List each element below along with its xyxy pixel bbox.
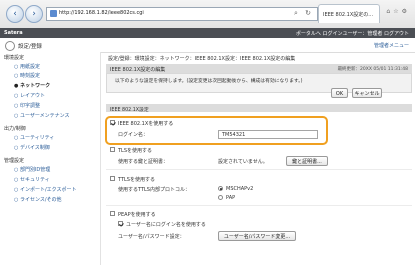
sidebar-item-license[interactable]: ○ ライセンス/その他 xyxy=(14,196,62,203)
sidebar-section-prefs: 環境設定 xyxy=(4,55,25,61)
address-bar[interactable]: http://192.168.1.82/ieee802cs.cgi xyxy=(46,7,318,21)
address-url: http://192.168.1.82/ieee802cs.cgi xyxy=(59,10,144,16)
settings-icon xyxy=(5,41,15,51)
sidebar-item-user-maintenance[interactable]: ○ ユーザーメンテナンス xyxy=(14,112,70,119)
tab-label: IEEE 802.1X設定の... xyxy=(323,12,374,18)
app-header: Satera ポータルへ ログインユーザー：管理者 ログアウト xyxy=(0,28,415,38)
divider xyxy=(106,205,412,206)
ttls-label: TTLSを使用する xyxy=(118,177,155,183)
same-user-checkbox[interactable] xyxy=(118,221,123,226)
back-icon[interactable]: ‹ xyxy=(6,5,24,23)
breadcrumb: 設定/登録：環境設定：ネットワーク：IEEE 802.1X設定：IEEE 802… xyxy=(108,56,296,62)
panel-title-bar: IEEE 802.1X設定の編集 最終更新：20XX 05/01 11:31:4… xyxy=(106,64,412,73)
search-icon[interactable]: ⌕ xyxy=(290,7,302,19)
sidebar-item-utility[interactable]: ○ ユーティリティ xyxy=(14,134,54,141)
sidebar-item-layout[interactable]: ○ レイアウト xyxy=(14,92,45,99)
tls-checkbox[interactable] xyxy=(110,147,115,152)
browser-toolbar: ‹ › http://192.168.1.82/ieee802cs.cgi ⌕ … xyxy=(0,0,415,29)
sidebar-item-device-control[interactable]: ○ デバイス制御 xyxy=(14,144,50,151)
cancel-button[interactable]: キャンセル xyxy=(352,88,382,98)
same-user-label: ユーザー名にログイン名を使用する xyxy=(126,222,206,228)
sidebar-item-network[interactable]: ● ネットワーク xyxy=(14,82,50,89)
sidebar-item-paper[interactable]: ○ 用紙設定 xyxy=(14,63,40,70)
ttls-protocol-label: 使用するTTLS内部プロトコル： xyxy=(118,187,190,193)
section-header: IEEE 802.1X設定 xyxy=(106,104,412,113)
peap-checkbox[interactable] xyxy=(110,211,115,216)
sidebar-item-import-export[interactable]: ○ インポート/エクスポート xyxy=(14,186,77,193)
ok-button[interactable]: OK xyxy=(331,88,348,98)
last-updated: 最終更新：20XX 05/01 11:31:48 xyxy=(337,67,408,72)
admin-menu-link[interactable]: 管理者メニュー xyxy=(374,42,409,49)
sidebar-item-security[interactable]: ○ セキュリティ xyxy=(14,176,50,183)
sidebar-item-time[interactable]: ○ 時刻設定 xyxy=(14,72,40,79)
page-title: 設定/登録 xyxy=(18,44,42,50)
main-content: 設定/登録：環境設定：ネットワーク：IEEE 802.1X設定：IEEE 802… xyxy=(100,52,415,265)
brand-logo: Satera xyxy=(4,30,23,36)
peap-label: PEAPを使用する xyxy=(118,212,156,218)
ttls-pap-label: PAP xyxy=(226,195,236,201)
sidebar-item-dept-id[interactable]: ○ 部門別ID管理 xyxy=(14,166,50,173)
page-header: 設定/登録 管理者メニュー xyxy=(0,38,415,53)
notice-text: 以下のような設定を保持します。(設定変更は次回起動後から、構成は有効になります。… xyxy=(115,79,303,84)
sidebar: 環境設定 ○ 用紙設定 ○ 時刻設定 ● ネットワーク ○ レイアウト ○ 印字… xyxy=(0,52,101,265)
key-cert-status: 設定されていません。 xyxy=(218,159,268,165)
window-controls[interactable]: ⌂☆⚙ xyxy=(386,8,410,15)
ttls-checkbox[interactable] xyxy=(110,176,115,181)
user-password-button[interactable]: ユーザー名/パスワード変更... xyxy=(218,231,296,241)
panel-title: IEEE 802.1X設定の編集 xyxy=(110,67,166,73)
user-password-label: ユーザー名/パスワード設定： xyxy=(118,234,185,240)
page-icon xyxy=(50,10,57,17)
key-cert-button[interactable]: 鍵と証明書... xyxy=(286,156,328,166)
highlight-frame xyxy=(105,116,328,145)
sidebar-item-print-adjust[interactable]: ○ 印字調整 xyxy=(14,102,40,109)
key-cert-label: 使用する鍵と証明書： xyxy=(118,159,169,165)
divider xyxy=(106,169,412,170)
sidebar-section-management: 管理設定 xyxy=(4,158,25,164)
browser-tab[interactable]: IEEE 802.1X設定の... xyxy=(318,4,380,23)
ttls-pap-radio[interactable] xyxy=(218,195,223,200)
tls-label: TLSを使用する xyxy=(118,148,153,154)
ttls-mschapv2-label: MSCHAPv2 xyxy=(226,186,254,192)
sidebar-section-output: 出力/制御 xyxy=(4,126,26,132)
header-links[interactable]: ポータルへ ログインユーザー：管理者 ログアウト xyxy=(296,30,409,37)
refresh-icon[interactable]: ↻ xyxy=(302,7,314,19)
ttls-mschapv2-radio[interactable] xyxy=(218,186,223,191)
forward-icon[interactable]: › xyxy=(25,5,43,23)
section-title: IEEE 802.1X設定 xyxy=(110,107,149,113)
